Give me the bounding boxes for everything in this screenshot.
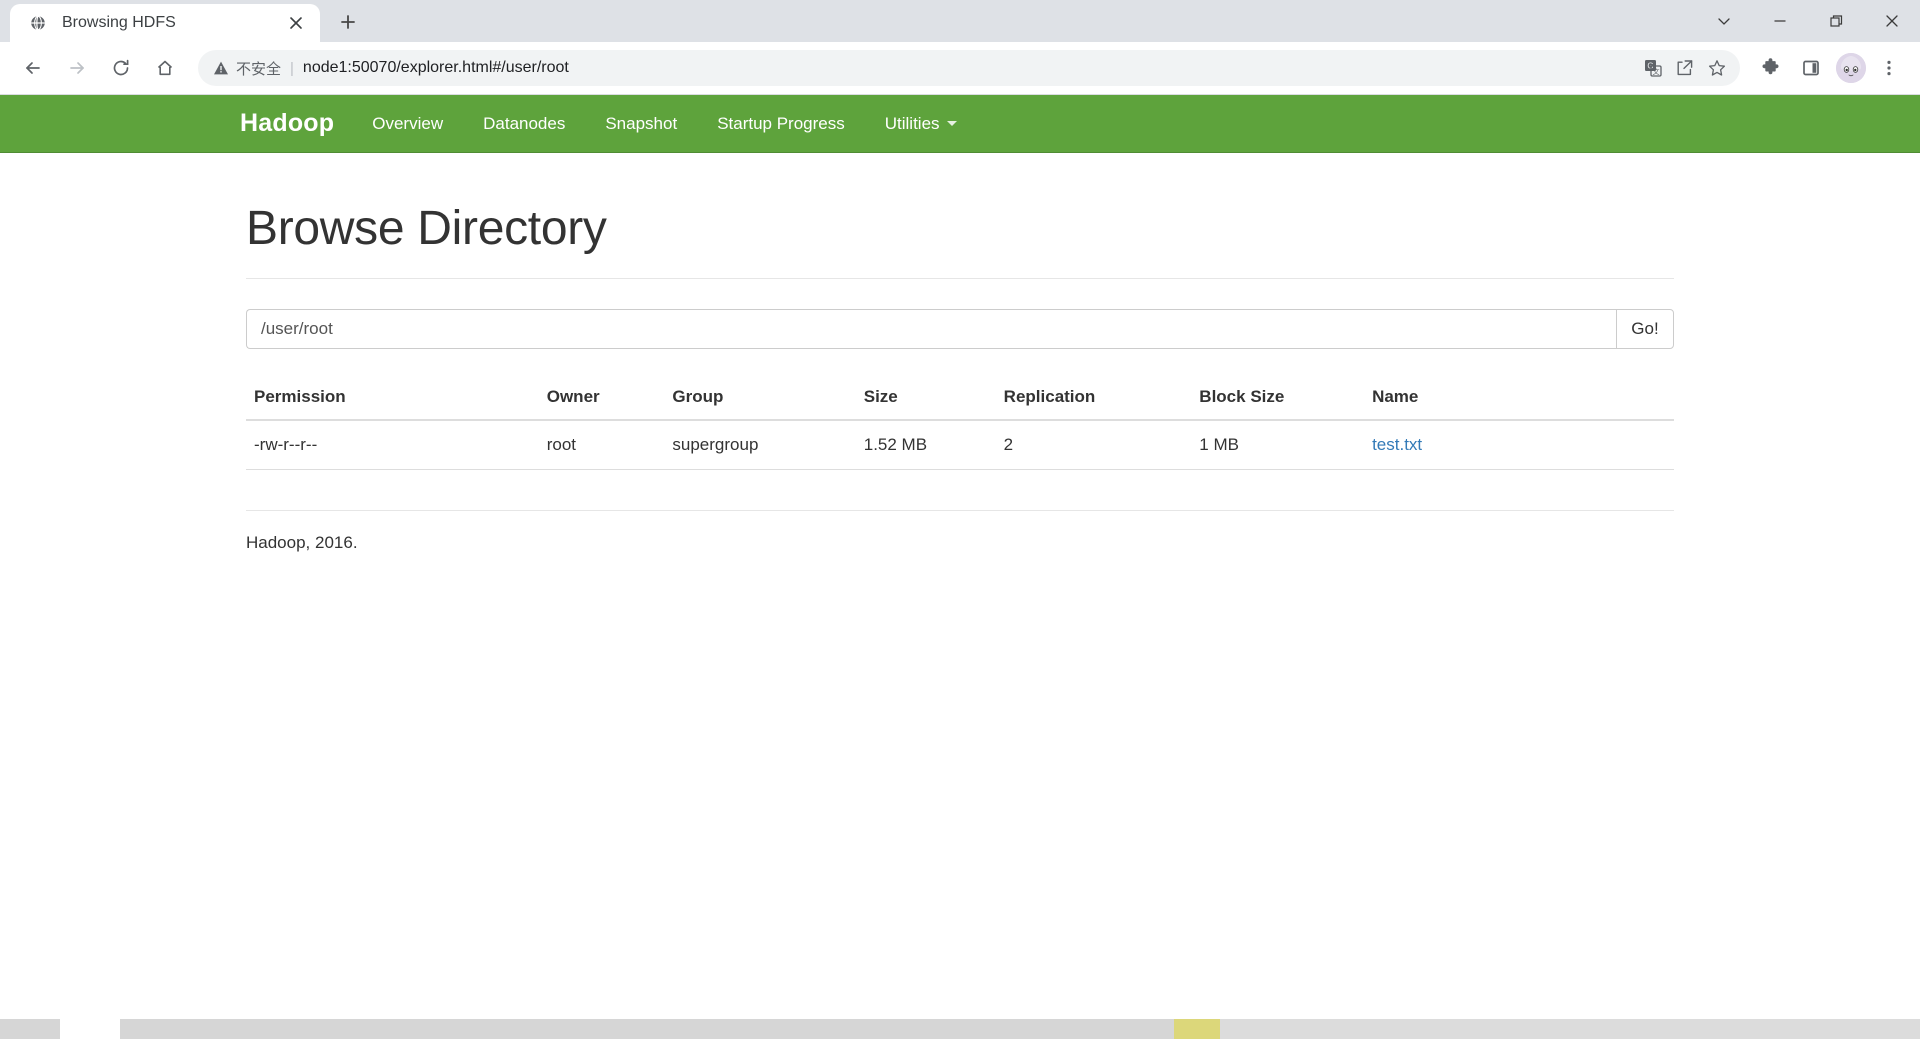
column-header-block-size[interactable]: Block Size <box>1191 377 1365 421</box>
translate-icon[interactable]: G 文 <box>1638 53 1668 83</box>
svg-text:文: 文 <box>1653 67 1660 76</box>
url-text: node1:50070/explorer.html#/user/root <box>302 59 569 76</box>
new-tab-button[interactable] <box>330 4 366 40</box>
tab-strip: Browsing HDFS <box>0 0 1920 42</box>
cell-replication: 2 <box>995 420 1192 470</box>
tab-title: Browsing HDFS <box>62 14 176 31</box>
title-divider <box>246 278 1674 279</box>
maximize-button[interactable] <box>1808 0 1864 42</box>
taskbar-right-segment <box>1220 1019 1920 1039</box>
page-title: Browse Directory <box>246 202 607 255</box>
three-dot-menu-icon[interactable] <box>1872 51 1906 85</box>
taskbar-highlight-segment <box>1174 1019 1220 1039</box>
page-container: Browse Directory Go! Permission Owner Gr… <box>231 201 1689 553</box>
reload-icon[interactable] <box>102 49 140 87</box>
hadoop-brand[interactable]: Hadoop <box>240 109 334 138</box>
column-header-size[interactable]: Size <box>855 377 996 421</box>
puzzle-icon[interactable] <box>1754 51 1788 85</box>
cell-group: supergroup <box>664 420 856 470</box>
security-status-label: 不安全 <box>236 60 282 78</box>
cell-name: test.txt <box>1364 420 1674 470</box>
cell-block-size: 1 MB <box>1191 420 1365 470</box>
table-row: -rw-r--r-- root supergroup 1.52 MB 2 1 M… <box>246 420 1674 470</box>
warning-triangle-icon <box>212 59 230 77</box>
cell-size: 1.52 MB <box>855 420 996 470</box>
browser-window: Browsing HDFS 不安全 | node1:50070/explorer… <box>0 0 1920 1039</box>
nav-link-datanodes[interactable]: Datanodes <box>483 114 565 134</box>
taskbar-segment <box>120 1019 1174 1039</box>
page-viewport: Hadoop Overview Datanodes Snapshot Start… <box>0 95 1920 1039</box>
toolbar-right-actions <box>1748 51 1906 85</box>
minimize-button[interactable] <box>1752 0 1808 42</box>
taskbar-window-preview[interactable] <box>60 1019 120 1039</box>
arrow-left-icon[interactable] <box>14 49 52 87</box>
omnibox-actions: G 文 <box>1636 53 1732 83</box>
nav-link-overview[interactable]: Overview <box>372 114 443 134</box>
column-header-name[interactable]: Name <box>1364 377 1674 421</box>
page-footer: Hadoop, 2016. <box>246 533 358 552</box>
go-button[interactable]: Go! <box>1616 309 1674 349</box>
column-header-replication[interactable]: Replication <box>995 377 1192 421</box>
avatar[interactable] <box>1836 53 1866 83</box>
path-form: Go! <box>246 309 1674 349</box>
nav-dropdown-utilities[interactable]: Utilities <box>885 114 957 134</box>
column-header-owner[interactable]: Owner <box>538 377 665 421</box>
os-taskbar-sliver <box>0 1019 1920 1039</box>
omnibox-separator: | <box>290 59 294 77</box>
address-bar[interactable]: 不安全 | node1:50070/explorer.html#/user/ro… <box>198 50 1740 86</box>
column-header-group[interactable]: Group <box>664 377 856 421</box>
home-icon[interactable] <box>146 49 184 87</box>
star-icon[interactable] <box>1702 53 1732 83</box>
share-icon[interactable] <box>1670 53 1700 83</box>
nav-dropdown-utilities-label: Utilities <box>884 113 940 133</box>
hadoop-navbar: Hadoop Overview Datanodes Snapshot Start… <box>0 95 1920 153</box>
caret-down-icon <box>946 121 957 126</box>
close-window-button[interactable] <box>1864 0 1920 42</box>
file-link-test-txt[interactable]: test.txt <box>1372 435 1422 454</box>
arrow-right-icon[interactable] <box>58 49 96 87</box>
cell-permission: -rw-r--r-- <box>246 420 539 470</box>
table-head: Permission Owner Group Size Replication … <box>246 377 1674 421</box>
browser-tab[interactable]: Browsing HDFS <box>10 4 320 42</box>
column-header-permission[interactable]: Permission <box>246 377 539 421</box>
square-panel-icon[interactable] <box>1794 51 1828 85</box>
path-input[interactable] <box>246 309 1616 349</box>
window-controls <box>1696 0 1920 42</box>
close-icon[interactable] <box>284 11 308 35</box>
tab-search-button[interactable] <box>1696 0 1752 42</box>
table-body: -rw-r--r-- root supergroup 1.52 MB 2 1 M… <box>246 420 1674 470</box>
cell-owner: root <box>538 420 665 470</box>
nav-link-startup-progress[interactable]: Startup Progress <box>717 114 845 134</box>
directory-listing-table: Permission Owner Group Size Replication … <box>246 377 1674 470</box>
nav-link-snapshot[interactable]: Snapshot <box>605 114 677 134</box>
table-header-row: Permission Owner Group Size Replication … <box>246 377 1674 421</box>
globe-icon <box>28 13 48 33</box>
browser-toolbar: 不安全 | node1:50070/explorer.html#/user/ro… <box>0 42 1920 94</box>
